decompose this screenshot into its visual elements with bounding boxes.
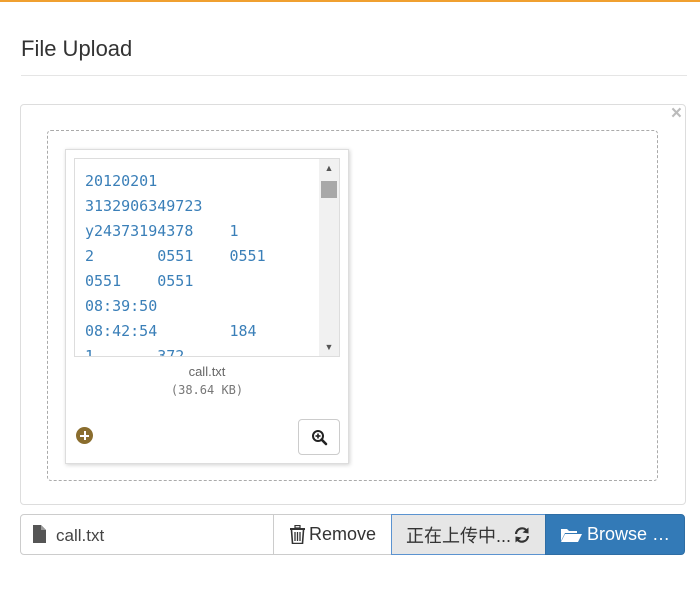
title-divider [21, 75, 687, 76]
file-caption-text: call.txt [56, 526, 105, 545]
file-text-content: 20120201 3132906349723 y24373194378 1 2 … [85, 172, 266, 356]
scroll-up-arrow-icon[interactable]: ▲ [319, 159, 339, 177]
file-size: (38.64 KB) [170, 383, 244, 397]
top-accent-rule [0, 0, 700, 2]
file-caption[interactable]: call.txt [20, 514, 274, 555]
folder-open-icon [561, 528, 582, 542]
zoom-preview-button[interactable] [298, 419, 340, 455]
preview-scrollbar[interactable]: ▲ ▼ [319, 159, 339, 356]
remove-button[interactable]: Remove [273, 514, 392, 555]
remove-button-label: Remove [308, 524, 377, 544]
file-name: call.txt [188, 364, 226, 379]
file-preview-card: 20120201 3132906349723 y24373194378 1 2 … [65, 149, 349, 464]
file-text-preview[interactable]: 20120201 3132906349723 y24373194378 1 2 … [74, 158, 340, 357]
file-preview-frame: × 20120201 3132906349723 y24373194378 1 … [20, 104, 686, 505]
trash-icon [289, 525, 305, 544]
upload-button-label: 正在上传中... [405, 525, 511, 546]
page-title: File Upload [21, 36, 133, 61]
close-icon[interactable]: × [671, 104, 682, 124]
file-icon [33, 525, 46, 543]
scroll-down-arrow-icon[interactable]: ▼ [319, 338, 339, 356]
refresh-icon [514, 526, 530, 543]
browse-button[interactable]: Browse … [545, 514, 685, 555]
plus-circle-icon[interactable] [76, 427, 93, 444]
zoom-in-icon [312, 430, 328, 446]
scroll-thumb[interactable] [321, 181, 337, 198]
drop-zone[interactable]: 20120201 3132906349723 y24373194378 1 2 … [47, 130, 658, 481]
upload-button[interactable]: 正在上传中... [391, 514, 546, 555]
browse-button-label: Browse … [587, 524, 671, 544]
file-input-group: call.txt Remove 正在上传中... Browse … [20, 514, 685, 555]
